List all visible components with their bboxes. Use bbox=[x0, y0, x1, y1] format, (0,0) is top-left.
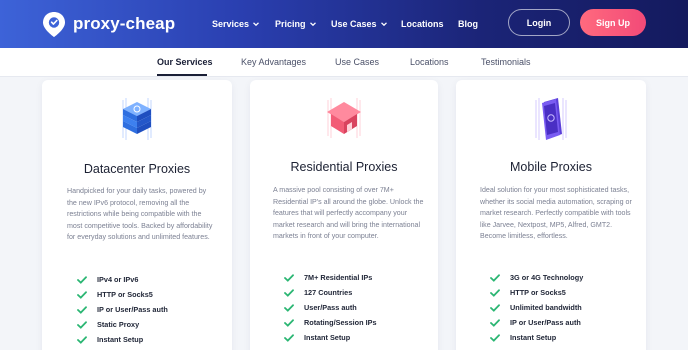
feature-label: Instant Setup bbox=[304, 333, 351, 342]
signup-button[interactable]: Sign Up bbox=[580, 9, 646, 36]
residential-proxies-card: Residential Proxies A massive pool consi… bbox=[250, 80, 438, 350]
house-icon bbox=[327, 98, 361, 138]
tab-use-cases[interactable]: Use Cases bbox=[335, 57, 379, 67]
feature-item: HTTP or Socks5 bbox=[490, 285, 583, 300]
checkmark-icon bbox=[284, 273, 294, 282]
feature-label: IP or User/Pass auth bbox=[97, 305, 168, 314]
card-title: Mobile Proxies bbox=[510, 160, 592, 174]
nav-services[interactable]: Services bbox=[212, 17, 260, 31]
brand-logo[interactable]: proxy-cheap bbox=[40, 9, 175, 39]
checkmark-icon bbox=[284, 288, 294, 297]
checkmark-icon bbox=[77, 305, 87, 314]
feature-item: Instant Setup bbox=[490, 330, 583, 345]
checkmark-icon bbox=[490, 333, 500, 342]
feature-label: IPv4 or IPv6 bbox=[97, 275, 139, 284]
chevron-down-icon bbox=[309, 22, 316, 27]
checkmark-icon bbox=[77, 320, 87, 329]
card-description: A massive pool consisting of over 7M+ Re… bbox=[273, 186, 424, 241]
feature-item: HTTP or Socks5 bbox=[77, 287, 168, 302]
nav-pricing[interactable]: Pricing bbox=[275, 17, 317, 31]
feature-label: Static Proxy bbox=[97, 320, 140, 329]
tab-our-services[interactable]: Our Services bbox=[157, 57, 213, 67]
checkmark-icon bbox=[77, 275, 87, 284]
feature-item: Rotating/Session IPs bbox=[284, 315, 377, 330]
card-description: Handpicked for your daily tasks, powered… bbox=[67, 187, 213, 242]
feature-label: Unlimited bandwidth bbox=[510, 303, 582, 312]
feature-list: 7M+ Residential IPs 127 Countries User/P… bbox=[284, 270, 377, 345]
feature-label: Instant Setup bbox=[97, 335, 144, 344]
mobile-proxies-card: Mobile Proxies Ideal solution for your m… bbox=[456, 80, 646, 350]
card-title: Residential Proxies bbox=[290, 160, 398, 174]
feature-label: IP or User/Pass auth bbox=[510, 318, 581, 327]
checkmark-icon bbox=[490, 318, 500, 327]
feature-list: 3G or 4G Technology HTTP or Socks5 Unlim… bbox=[490, 270, 583, 345]
feature-item: User/Pass auth bbox=[284, 300, 377, 315]
feature-list: IPv4 or IPv6 HTTP or Socks5 IP or User/P… bbox=[77, 272, 168, 347]
feature-label: Rotating/Session IPs bbox=[304, 318, 377, 327]
feature-label: User/Pass auth bbox=[304, 303, 357, 312]
feature-label: HTTP or Socks5 bbox=[510, 288, 566, 297]
feature-item: Static Proxy bbox=[77, 317, 168, 332]
nav-blog[interactable]: Blog bbox=[458, 17, 478, 31]
chevron-down-icon bbox=[253, 22, 259, 27]
feature-label: 3G or 4G Technology bbox=[510, 273, 584, 282]
feature-item: 3G or 4G Technology bbox=[490, 270, 583, 285]
nav-pricing-label: Pricing bbox=[275, 19, 306, 29]
login-button[interactable]: Login bbox=[508, 9, 570, 36]
feature-item: 7M+ Residential IPs bbox=[284, 270, 377, 285]
feature-item: Unlimited bandwidth bbox=[490, 300, 583, 315]
location-pin-logo-icon bbox=[43, 12, 65, 37]
nav-services-label: Services bbox=[212, 19, 250, 29]
feature-label: Instant Setup bbox=[510, 333, 557, 342]
feature-label: 7M+ Residential IPs bbox=[304, 273, 373, 282]
nav-locations-label: Locations bbox=[401, 19, 444, 29]
nav-blog-label: Blog bbox=[458, 19, 478, 29]
feature-label: 127 Countries bbox=[304, 288, 353, 297]
feature-item: IP or User/Pass auth bbox=[490, 315, 583, 330]
nav-locations[interactable]: Locations bbox=[401, 17, 444, 31]
checkmark-icon bbox=[490, 303, 500, 312]
top-navbar: proxy-cheap Services Pricing Use Cases L… bbox=[0, 0, 688, 48]
tab-key-advantages[interactable]: Key Advantages bbox=[241, 57, 306, 67]
card-description: Ideal solution for your most sophisticat… bbox=[480, 186, 632, 241]
feature-item: IP or User/Pass auth bbox=[77, 302, 168, 317]
feature-item: Instant Setup bbox=[77, 332, 168, 347]
feature-item: Instant Setup bbox=[284, 330, 377, 345]
checkmark-icon bbox=[284, 303, 294, 312]
checkmark-icon bbox=[284, 333, 294, 342]
checkmark-icon bbox=[77, 335, 87, 344]
card-title: Datacenter Proxies bbox=[83, 162, 191, 176]
section-subnav: Our Services Key Advantages Use Cases Lo… bbox=[0, 48, 688, 77]
feature-label: HTTP or Socks5 bbox=[97, 290, 153, 299]
nav-use-cases[interactable]: Use Cases bbox=[331, 17, 388, 31]
smartphone-icon bbox=[535, 98, 567, 140]
feature-item: 127 Countries bbox=[284, 285, 377, 300]
checkmark-icon bbox=[490, 288, 500, 297]
chevron-down-icon bbox=[380, 22, 387, 27]
datacenter-proxies-card: Datacenter Proxies Handpicked for your d… bbox=[42, 80, 232, 350]
brand-name: proxy-cheap bbox=[73, 14, 176, 33]
feature-item: IPv4 or IPv6 bbox=[77, 272, 168, 287]
checkmark-icon bbox=[490, 273, 500, 282]
checkmark-icon bbox=[284, 318, 294, 327]
tab-testimonials[interactable]: Testimonials bbox=[481, 57, 531, 67]
active-tab-indicator bbox=[157, 74, 207, 76]
checkmark-icon bbox=[77, 290, 87, 299]
nav-use-cases-label: Use Cases bbox=[331, 19, 377, 29]
server-stack-icon bbox=[122, 98, 152, 140]
tab-locations[interactable]: Locations bbox=[410, 57, 449, 67]
